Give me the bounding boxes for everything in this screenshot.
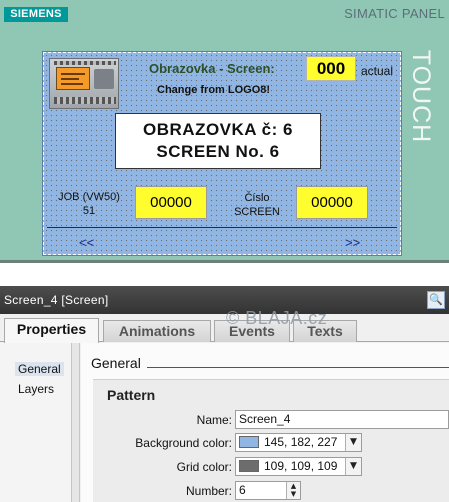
tab-animations[interactable]: Animations [103, 320, 211, 342]
name-label: Name: [196, 413, 232, 427]
chevron-down-icon[interactable]: ▼ [345, 458, 361, 475]
watermark-text: © BLAJA.cz [226, 308, 328, 328]
inspector-titlebar: Screen_4 [Screen] 🔍 [0, 286, 449, 314]
job-label-line2: 51 [82, 205, 96, 217]
spin-arrows-icon[interactable]: ▲ ▼ [286, 482, 300, 499]
number-label: Number: [185, 484, 232, 498]
number-stepper[interactable]: 6 ▲ ▼ [235, 481, 301, 500]
touch-label-text: TOUCH [407, 49, 436, 144]
touch-label: TOUCH [402, 49, 442, 144]
hmi-screen[interactable]: Obrazovka - Screen: 000 actual Change fr… [42, 51, 402, 256]
inspector-view-button[interactable]: 🔍 [427, 291, 445, 309]
inspector-tabs: Properties Animations Events Texts [0, 318, 449, 343]
number-value: 6 [239, 483, 246, 497]
pattern-group-title: Pattern [107, 387, 156, 403]
job-label-line1: JOB (VW50) [58, 191, 120, 203]
next-screen-button[interactable]: >> [345, 235, 360, 250]
plc-display [56, 67, 90, 90]
screen-name-line1: OBRAZOVKA č: 6 [143, 120, 293, 139]
pattern-group: Pattern Name: Screen_4 Background color:… [93, 379, 449, 502]
section-divider [147, 367, 449, 368]
grid-color-swatch [239, 460, 259, 472]
plc-terminals-top [54, 61, 116, 65]
screen-title-label: Obrazovka - Screen: [149, 61, 275, 76]
section-title: General [91, 355, 141, 371]
plc-terminals-bottom [54, 97, 116, 104]
divider-line [47, 227, 397, 228]
grid-color-value: 109, 109, 109 [264, 459, 338, 473]
background-color-value: 145, 182, 227 [264, 435, 338, 449]
grid-color-dropdown[interactable]: 109, 109, 109 ▼ [235, 457, 362, 476]
tab-properties[interactable]: Properties [4, 318, 99, 343]
nav-item-layers[interactable]: Layers [18, 382, 54, 396]
chevron-down-icon[interactable]: ▼ [345, 434, 361, 451]
change-info-label: Change from LOGO8! [157, 84, 271, 96]
prev-screen-button[interactable]: << [79, 235, 94, 250]
nav-scrollbar[interactable] [72, 343, 80, 502]
hmi-panel: SIEMENS SIMATIC PANEL TOUCH Obrazovka - … [0, 0, 449, 263]
screen-name-line2: SCREEN No. 6 [156, 142, 280, 161]
job-label: JOB (VW50) 51 [48, 190, 130, 218]
name-field[interactable]: Screen_4 [235, 410, 449, 429]
siemens-logo: SIEMENS [4, 7, 68, 22]
logo-plc-image [49, 58, 119, 109]
cislo-label-line1: Číslo [244, 192, 270, 204]
screen-number-field[interactable]: 00000 [296, 186, 368, 219]
nav-item-general[interactable]: General [15, 362, 64, 376]
inspector-window: Screen_4 [Screen] 🔍 Properties Animation… [0, 286, 449, 502]
separator-gap [0, 266, 449, 286]
counter-suffix-label: actual [361, 64, 394, 78]
cislo-label-line2: SCREEN [234, 206, 280, 218]
screen-counter-field[interactable]: 000 [306, 56, 356, 81]
grid-color-label: Grid color: [176, 460, 232, 474]
background-color-dropdown[interactable]: 145, 182, 227 ▼ [235, 433, 362, 452]
properties-nav: General Layers [0, 343, 80, 502]
inspector-title: Screen_4 [Screen] [4, 293, 109, 307]
background-color-swatch [239, 436, 259, 448]
cislo-screen-label: Číslo SCREEN [227, 191, 287, 219]
screen-name-box: OBRAZOVKA č: 6 SCREEN No. 6 [115, 113, 321, 169]
background-color-label: Background color: [135, 436, 232, 450]
panel-model-label: SIMATIC PANEL [344, 6, 445, 21]
properties-content: General Pattern Name: Screen_4 Backgroun… [81, 343, 449, 502]
job-value-field[interactable]: 00000 [135, 186, 207, 219]
plc-keypad [94, 69, 114, 89]
